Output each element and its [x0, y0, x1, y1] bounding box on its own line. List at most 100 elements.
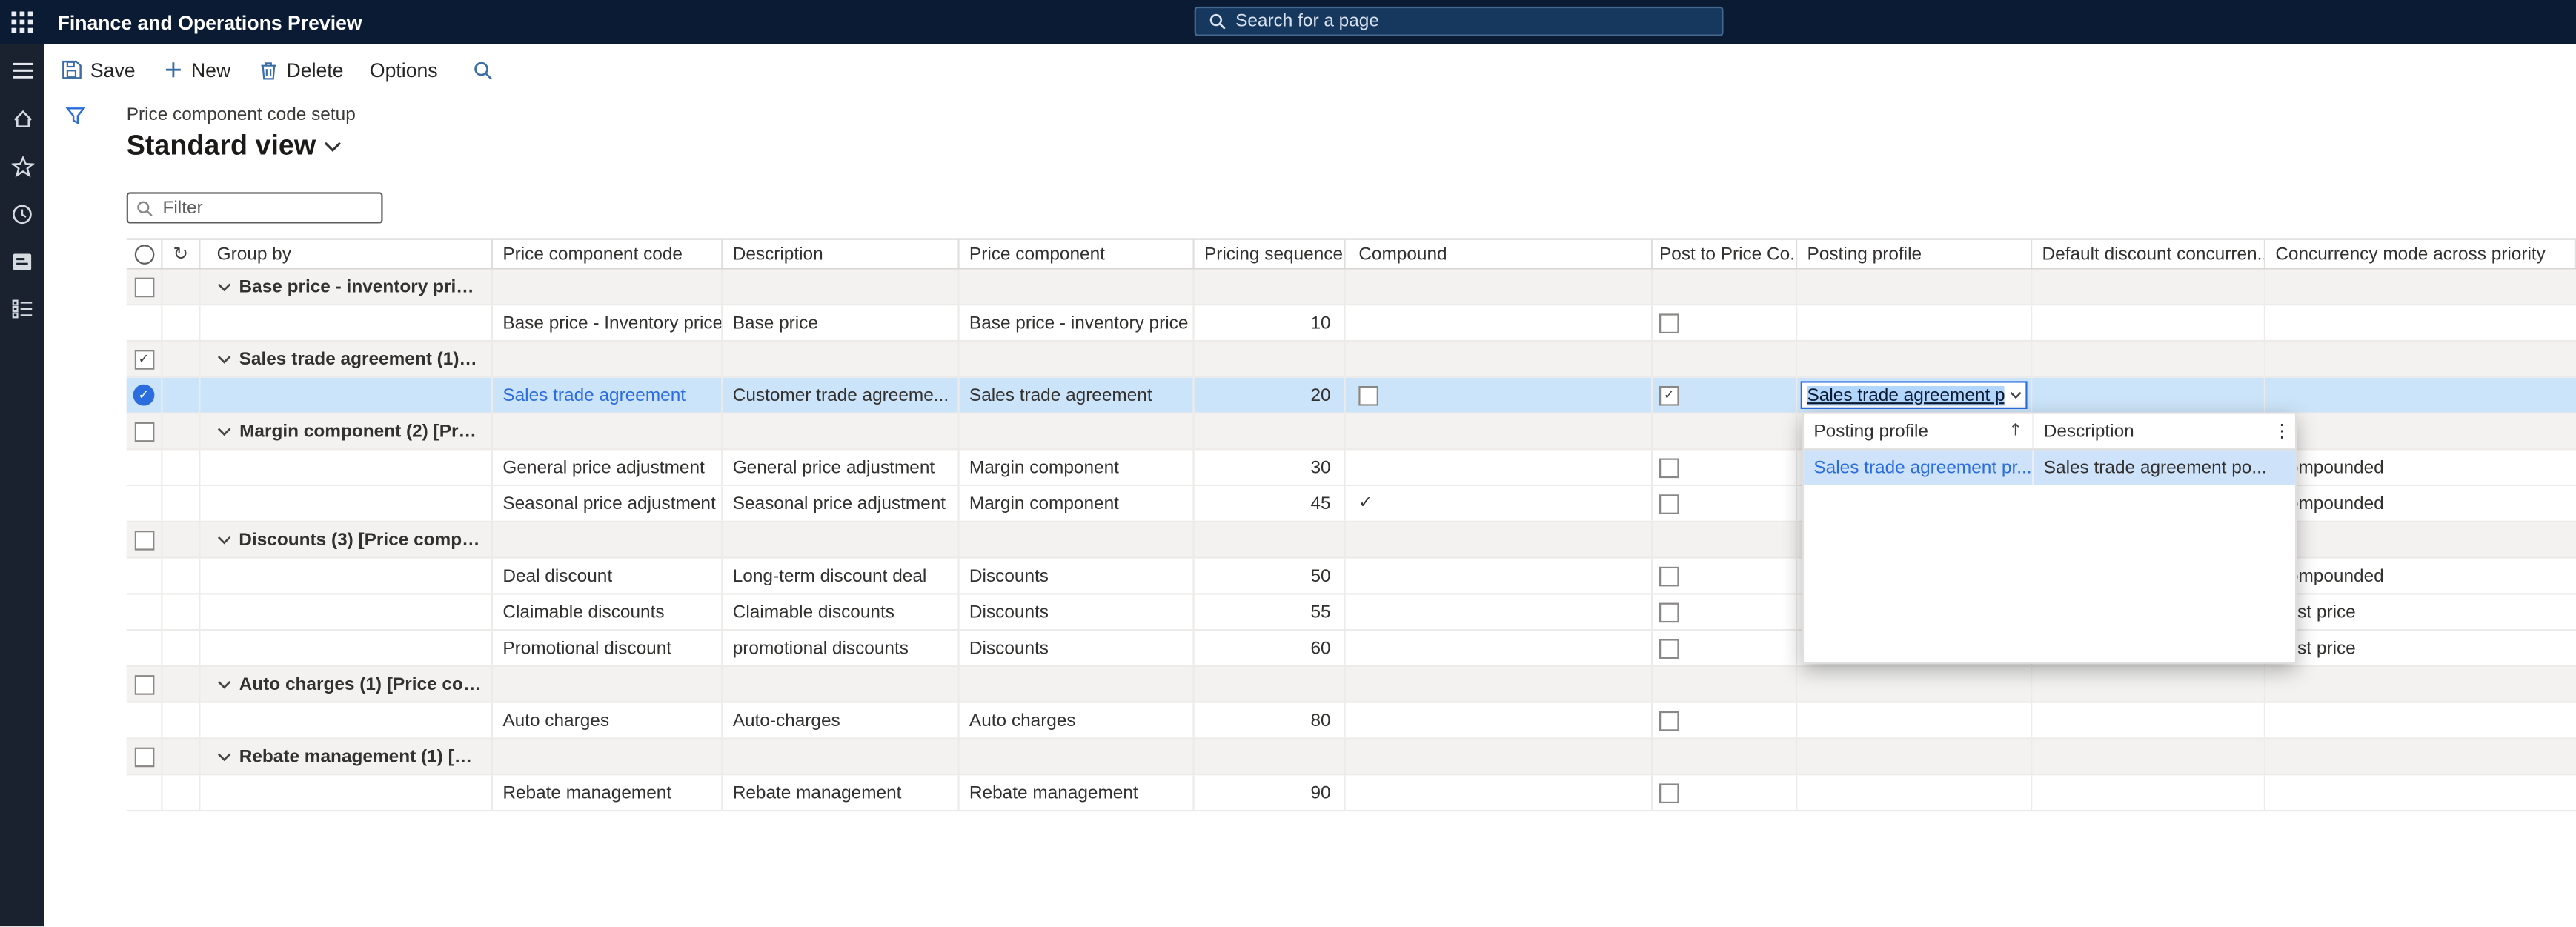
col-header-post[interactable]: Post to Price Co... — [1653, 240, 1797, 268]
code-cell: Rebate management — [493, 775, 723, 810]
sidebar-item-home[interactable] — [0, 100, 44, 136]
sidebar-item-favorites[interactable] — [0, 148, 44, 185]
filter-pane-button[interactable] — [66, 104, 86, 133]
flyout-col-description[interactable]: Description — [2034, 414, 2268, 449]
chevron-down-icon[interactable] — [217, 751, 231, 761]
refresh-button[interactable]: ↻ — [162, 240, 200, 268]
filter-input[interactable] — [159, 196, 363, 219]
group-row[interactable]: Rebate management (1) [Pri... — [127, 740, 2576, 776]
post-checkbox[interactable] — [1659, 602, 1679, 622]
select-all-circle-icon — [134, 244, 154, 264]
post-checkbox[interactable] — [1659, 457, 1679, 477]
nav-sidebar — [0, 44, 44, 926]
group-label: Base price - inventory price ... — [239, 277, 482, 297]
top-bar: Finance and Operations Preview Search fo… — [0, 0, 2576, 44]
waffle-icon — [12, 12, 33, 33]
post-checkbox[interactable] — [1659, 711, 1679, 731]
posting-profile-combobox[interactable]: Sales trade agreement p — [1801, 381, 2028, 409]
group-checkbox[interactable] — [134, 530, 154, 550]
group-label: Sales trade agreement (1) [P... — [239, 349, 482, 369]
sidebar-item-recent[interactable] — [0, 196, 44, 232]
save-icon — [61, 59, 82, 81]
chevron-down-icon[interactable] — [217, 354, 231, 364]
post-checkbox[interactable] — [1659, 313, 1679, 333]
chevron-down-icon[interactable] — [217, 535, 231, 545]
col-header-default-discount[interactable]: Default discount concurren... — [2032, 240, 2265, 268]
chevron-down-icon[interactable] — [217, 426, 231, 436]
col-header-sequence[interactable]: Pricing sequence — [1195, 240, 1346, 268]
command-bar: Save New Delete Options — [44, 44, 2576, 96]
sidebar-item-workspaces[interactable] — [0, 243, 44, 279]
col-header-posting-profile[interactable]: Posting profile — [1797, 240, 2032, 268]
code-cell: Claimable discounts — [493, 594, 723, 629]
combobox-dropdown-button[interactable] — [2005, 383, 2026, 408]
new-button[interactable]: New — [165, 59, 230, 82]
flyout-col-posting-profile[interactable]: Posting profile ↑ — [1804, 414, 2034, 449]
selected-row-indicator[interactable]: ✓ — [133, 385, 155, 406]
col-header-group-by[interactable]: Group by — [200, 240, 493, 268]
task-list-icon — [12, 299, 33, 319]
group-checkbox[interactable] — [134, 674, 154, 694]
chevron-down-icon[interactable] — [217, 282, 231, 291]
post-checkbox[interactable] — [1659, 566, 1679, 586]
group-checkbox[interactable]: ✓ — [134, 349, 154, 369]
save-button[interactable]: Save — [61, 59, 136, 82]
chevron-down-icon — [324, 141, 342, 153]
kebab-menu-icon[interactable]: ⋮ — [2268, 421, 2294, 442]
group-checkbox[interactable] — [134, 277, 154, 297]
col-header-description[interactable]: Description — [723, 240, 959, 268]
post-checkbox[interactable]: ✓ — [1659, 385, 1679, 405]
workspaces-icon — [12, 250, 33, 272]
code-cell: Seasonal price adjustment — [493, 486, 723, 521]
col-header-code[interactable]: Price component code — [493, 240, 723, 268]
breadcrumb[interactable]: Price component code setup — [127, 105, 356, 125]
col-header-compound[interactable]: Compound — [1346, 240, 1653, 268]
refresh-icon: ↻ — [173, 245, 188, 262]
code-cell[interactable]: Sales trade agreement — [493, 378, 723, 413]
grid-row[interactable]: Auto charges Auto-charges Auto charges 8… — [127, 703, 2576, 740]
group-row[interactable]: ✓ Sales trade agreement (1) [P... — [127, 342, 2576, 378]
global-search-box[interactable]: Search for a page — [1195, 7, 1724, 36]
clock-icon — [12, 203, 33, 225]
delete-button[interactable]: Delete — [260, 59, 343, 82]
app-launcher-button[interactable] — [0, 0, 44, 44]
post-checkbox[interactable] — [1659, 783, 1679, 803]
sidebar-item-modules[interactable] — [0, 290, 44, 327]
col-header-concurrency[interactable]: Concurrency mode across priority — [2265, 240, 2576, 268]
group-row[interactable]: Auto charges (1) [Price com... — [127, 667, 2576, 703]
flyout-description-cell: Sales trade agreement po... — [2034, 450, 2294, 485]
post-checkbox[interactable] — [1659, 494, 1679, 514]
flyout-lookup-row[interactable]: Sales trade agreement pr... Sales trade … — [1804, 450, 2295, 485]
flyout-header-row: Posting profile ↑ Description ⋮ — [1804, 414, 2295, 451]
view-selector[interactable]: Standard view — [127, 130, 342, 162]
plus-icon — [165, 61, 182, 79]
group-checkbox[interactable] — [134, 422, 154, 442]
grid-header-row: ↻ Group by Price component code Descript… — [127, 238, 2576, 269]
options-menu-button[interactable]: Options — [370, 59, 438, 82]
grid-row-selected[interactable]: ✓ Sales trade agreement Customer trade a… — [127, 378, 2576, 414]
star-icon — [10, 155, 33, 176]
app-title: Finance and Operations Preview — [58, 10, 362, 33]
grid-row[interactable]: Rebate management Rebate management Reba… — [127, 775, 2576, 811]
flyout-posting-profile-cell: Sales trade agreement pr... — [1804, 450, 2034, 485]
code-cell: Base price - Inventory price — [493, 305, 723, 340]
group-label: Margin component (2) [Pric... — [239, 422, 481, 442]
funnel-icon — [66, 107, 86, 124]
compound-checkbox[interactable] — [1358, 385, 1378, 405]
group-row[interactable]: Base price - inventory price ... — [127, 270, 2576, 306]
grid-filter-box[interactable] — [127, 192, 383, 223]
group-checkbox[interactable] — [134, 747, 154, 767]
select-all-header[interactable] — [127, 240, 163, 268]
post-checkbox[interactable] — [1659, 638, 1679, 658]
group-label: Auto charges (1) [Price com... — [239, 674, 482, 694]
expand-nav-button[interactable] — [0, 53, 44, 89]
page-title: Standard view — [127, 130, 316, 162]
home-icon — [10, 107, 33, 129]
grid-row[interactable]: Base price - Inventory price Base price … — [127, 305, 2576, 342]
command-search-button[interactable] — [474, 60, 494, 80]
group-label: Rebate management (1) [Pri... — [239, 747, 482, 767]
col-header-component[interactable]: Price component — [960, 240, 1195, 268]
code-cell: Promotional discount — [493, 631, 723, 665]
chevron-down-icon[interactable] — [217, 680, 231, 689]
chevron-down-icon — [2008, 391, 2022, 399]
